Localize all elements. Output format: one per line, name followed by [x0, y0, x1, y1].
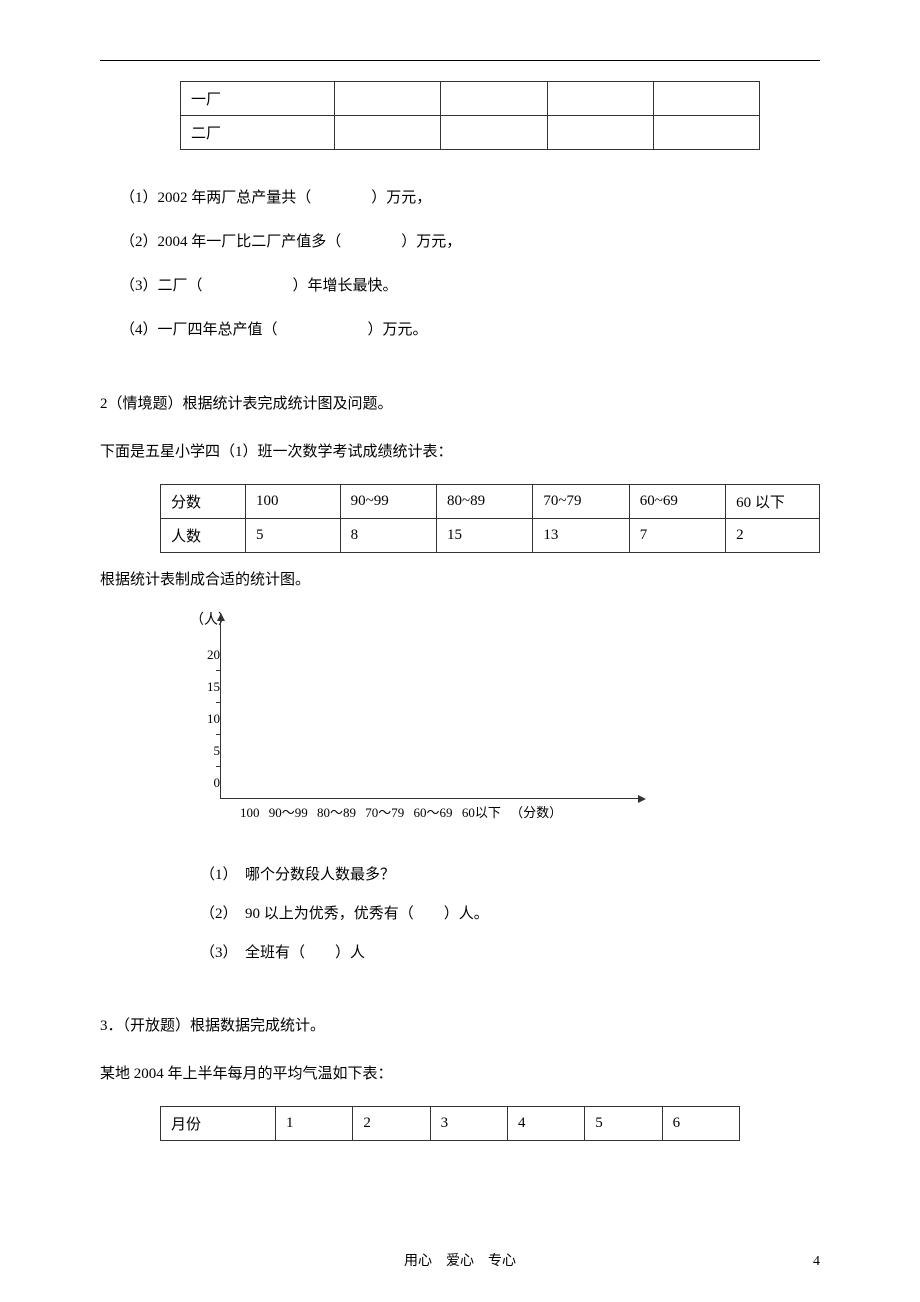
- y-tick-mark: [216, 734, 220, 735]
- question-1-block: （1）2002 年两厂总产量共（ ）万元， （2）2004 年一厂比二厂产值多（…: [120, 180, 820, 348]
- cell-month-header: 月份: [161, 1107, 276, 1141]
- table-row: 月份 1 2 3 4 5 6: [161, 1107, 740, 1141]
- x-axis: [220, 798, 640, 799]
- q3-title: 3．（开放题）根据数据完成统计。: [100, 1010, 820, 1043]
- q2-subquestions: （1） 哪个分数段人数最多？ （2） 90 以上为优秀，优秀有（ ）人。 （3）…: [200, 859, 820, 970]
- x-cat: 100: [240, 805, 260, 820]
- x-cat: 80～89: [317, 805, 356, 820]
- cell-month: 3: [430, 1107, 507, 1141]
- table-row: 人数 5 8 15 13 7 2: [161, 519, 820, 553]
- x-cat: 70～79: [365, 805, 404, 820]
- x-cat: 60以下: [462, 805, 501, 820]
- table-row: 二厂: [181, 116, 760, 150]
- cell-count-val: 15: [436, 519, 532, 553]
- q1-item-1: （1）2002 年两厂总产量共（ ）万元，: [120, 180, 820, 216]
- q1-item-4: （4）一厂四年总产值（ ）万元。: [120, 312, 820, 348]
- cell-count-val: 13: [533, 519, 629, 553]
- page: 一厂 二厂 （1）2002 年两厂总产量共（ ）万元， （2）2004 年一厂比…: [0, 0, 920, 1300]
- cell-score-header: 分数: [161, 485, 246, 519]
- cell-score-col: 70~79: [533, 485, 629, 519]
- cell-empty: [441, 82, 547, 116]
- x-axis-labels: 100 90～99 80～89 70～79 60～69 60以下 （分数）: [240, 802, 568, 821]
- q3-subtitle: 某地 2004 年上半年每月的平均气温如下表：: [100, 1058, 820, 1091]
- question-2-block: 2（情境题）根据统计表完成统计图及问题。 下面是五星小学四（1）班一次数学考试成…: [100, 388, 820, 469]
- y-tick-mark: [216, 702, 220, 703]
- cell-empty: [653, 82, 759, 116]
- table-row: 分数 100 90~99 80~89 70~79 60~69 60 以下: [161, 485, 820, 519]
- month-table: 月份 1 2 3 4 5 6: [160, 1106, 740, 1141]
- cell-count-val: 5: [245, 519, 340, 553]
- cell-empty: [547, 82, 653, 116]
- footer-motto: 用心 爱心 专心: [0, 1250, 920, 1270]
- y-tick-5: 5: [190, 743, 220, 759]
- chart-axes: （人） 0 5 10 15 20 100 90～99 80～89 70～79 6…: [160, 609, 640, 829]
- cell-count-val: 8: [340, 519, 436, 553]
- cell-score-col: 100: [245, 485, 340, 519]
- q2-sub-3: （3） 全班有（ ）人: [200, 937, 820, 970]
- cell-empty: [335, 82, 441, 116]
- cell-count-val: 2: [726, 519, 820, 553]
- q2-sub-1: （1） 哪个分数段人数最多？: [200, 859, 820, 892]
- cell-month: 4: [507, 1107, 584, 1141]
- cell-score-col: 60~69: [629, 485, 725, 519]
- score-table: 分数 100 90~99 80~89 70~79 60~69 60 以下 人数 …: [160, 484, 820, 553]
- x-cat: 90～99: [269, 805, 308, 820]
- cell-score-col: 80~89: [436, 485, 532, 519]
- y-tick-15: 15: [190, 679, 220, 695]
- cell-count-val: 7: [629, 519, 725, 553]
- cell-empty: [335, 116, 441, 150]
- factory-table: 一厂 二厂: [180, 81, 760, 150]
- x-axis-label: （分数）: [510, 805, 562, 820]
- x-cat: 60～69: [414, 805, 453, 820]
- y-tick-10: 10: [190, 711, 220, 727]
- q2-title: 2（情境题）根据统计表完成统计图及问题。: [100, 388, 820, 421]
- q2-subtitle: 下面是五星小学四（1）班一次数学考试成绩统计表：: [100, 436, 820, 469]
- cell-month: 2: [353, 1107, 430, 1141]
- q1-item-3: （3）二厂（ ）年增长最快。: [120, 268, 820, 304]
- y-tick-0: 0: [190, 775, 220, 791]
- table-row: 一厂: [181, 82, 760, 116]
- top-divider: [100, 60, 820, 61]
- page-number: 4: [813, 1254, 820, 1270]
- cell-empty: [653, 116, 759, 150]
- cell-empty: [547, 116, 653, 150]
- cell-factory-2: 二厂: [181, 116, 335, 150]
- cell-score-col: 90~99: [340, 485, 436, 519]
- cell-count-header: 人数: [161, 519, 246, 553]
- y-tick-mark: [216, 766, 220, 767]
- y-axis: [220, 619, 221, 799]
- q1-item-2: （2）2004 年一厂比二厂产值多（ ）万元，: [120, 224, 820, 260]
- y-axis-label: （人）: [190, 609, 232, 629]
- cell-month: 5: [585, 1107, 662, 1141]
- question-3-block: 3．（开放题）根据数据完成统计。 某地 2004 年上半年每月的平均气温如下表：: [100, 1010, 820, 1091]
- cell-score-col: 60 以下: [726, 485, 820, 519]
- q2-footnote: 根据统计表制成合适的统计图。: [100, 568, 820, 589]
- y-tick-20: 20: [190, 647, 220, 663]
- y-tick-mark: [216, 670, 220, 671]
- cell-factory-1: 一厂: [181, 82, 335, 116]
- cell-month: 1: [276, 1107, 353, 1141]
- cell-month: 6: [662, 1107, 739, 1141]
- q2-sub-2: （2） 90 以上为优秀，优秀有（ ）人。: [200, 898, 820, 931]
- cell-empty: [441, 116, 547, 150]
